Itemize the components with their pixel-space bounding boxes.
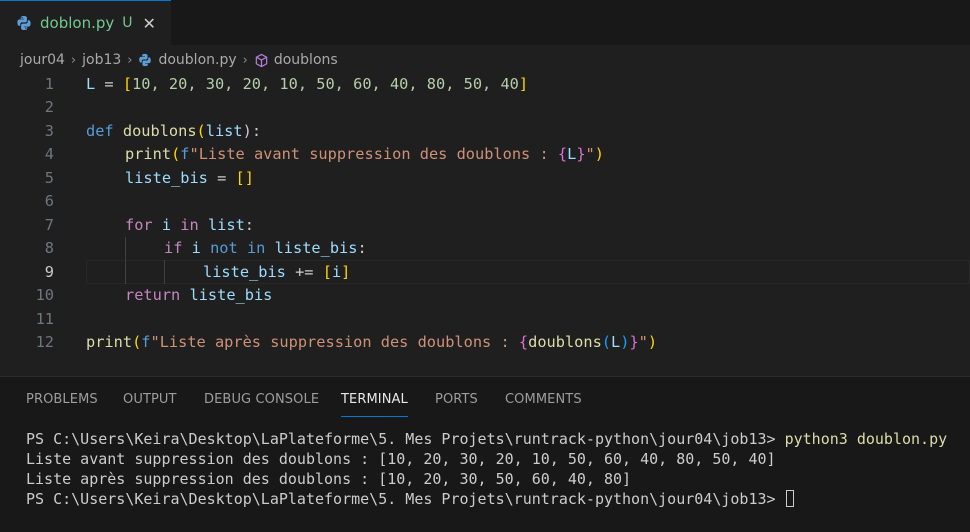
code-content: if i not in liste_bis:	[164, 239, 367, 258]
line-number: 7	[44, 215, 54, 234]
code-line: 11	[0, 307, 970, 331]
code-line: 10 return liste_bis	[0, 284, 970, 308]
bottom-panel: PROBLEMS OUTPUT DEBUG CONSOLE TERMINAL P…	[0, 376, 970, 532]
breadcrumb-item-symbol[interactable]: doublons	[274, 52, 338, 68]
code-line: 2	[0, 96, 970, 120]
terminal-prompt: PS C:\Users\Keira\Desktop\LaPlateforme\5…	[26, 430, 785, 448]
terminal-line: Liste avant suppression des doublons : […	[26, 450, 776, 468]
code-line-current: 9 liste_bis += [i]	[0, 260, 970, 284]
code-editor[interactable]: 1 L = [10, 20, 30, 20, 10, 50, 60, 40, 8…	[0, 72, 970, 368]
code-content: print(f"Liste après suppression des doub…	[86, 333, 658, 352]
code-line: 8 if i not in liste_bis:	[0, 236, 970, 260]
tab-filename: doblon.py	[40, 14, 115, 32]
tab-debug-console[interactable]: DEBUG CONSOLE	[204, 392, 319, 407]
editor-tab-bar: doblon.py U ✕	[0, 0, 970, 45]
line-number: 4	[44, 145, 54, 164]
code-content: L = [10, 20, 30, 20, 10, 50, 60, 40, 80,…	[86, 74, 529, 93]
code-content: liste_bis += [i]	[203, 262, 351, 281]
indent-guide	[125, 260, 126, 284]
terminal-prompt: PS C:\Users\Keira\Desktop\LaPlateforme\5…	[26, 490, 785, 508]
line-number: 11	[35, 309, 54, 328]
symbol-method-icon	[255, 53, 268, 67]
line-number: 9	[44, 262, 54, 281]
terminal-line: Liste après suppression des doublons : […	[26, 470, 632, 488]
terminal-output[interactable]: PS C:\Users\Keira\Desktop\LaPlateforme\5…	[26, 429, 947, 509]
line-number: 3	[44, 121, 54, 140]
code-line: 4 print(f"Liste avant suppression des do…	[0, 143, 970, 167]
tab-terminal[interactable]: TERMINAL	[341, 392, 408, 417]
line-number: 5	[44, 168, 54, 187]
line-number: 10	[35, 286, 54, 305]
chevron-right-icon: ›	[127, 52, 133, 68]
tab-output[interactable]: OUTPUT	[123, 392, 177, 407]
code-content: for i in list:	[125, 215, 254, 234]
code-line: 5 liste_bis = []	[0, 166, 970, 190]
line-number: 8	[44, 239, 54, 258]
line-number: 6	[44, 192, 54, 211]
breadcrumb-item-job13[interactable]: job13	[82, 52, 121, 68]
code-content: print(f"Liste avant suppression des doub…	[125, 145, 604, 164]
python-icon	[17, 16, 31, 30]
code-line: 6	[0, 190, 970, 214]
code-line: 3 def doublons(list):	[0, 119, 970, 143]
code-content: liste_bis = []	[125, 168, 254, 187]
close-icon[interactable]: ✕	[143, 14, 156, 33]
terminal-line: PS C:\Users\Keira\Desktop\LaPlateforme\5…	[26, 429, 947, 449]
code-content: return liste_bis	[125, 286, 273, 305]
python-icon	[139, 53, 152, 67]
tab-comments[interactable]: COMMENTS	[505, 392, 582, 407]
chevron-right-icon: ›	[70, 52, 77, 68]
chevron-right-icon: ›	[242, 52, 248, 68]
editor-tab-doublon[interactable]: doblon.py U ✕	[0, 0, 171, 45]
tab-ports[interactable]: PORTS	[435, 392, 478, 407]
tab-problems[interactable]: PROBLEMS	[26, 392, 98, 407]
terminal-command: python3 doublon.py	[784, 430, 948, 448]
panel-tab-bar: PROBLEMS OUTPUT DEBUG CONSOLE TERMINAL P…	[0, 377, 970, 423]
breadcrumb-item-file[interactable]: doublon.py	[158, 52, 236, 68]
breadcrumb: jour04 › job13 › doublon.py › doublons	[0, 47, 970, 73]
line-number: 1	[44, 74, 54, 93]
terminal-line: PS C:\Users\Keira\Desktop\LaPlateforme\5…	[26, 489, 947, 509]
line-number: 12	[35, 333, 54, 352]
indent-guide	[164, 260, 165, 284]
code-content: def doublons(list):	[86, 121, 262, 140]
indent-guide	[125, 236, 126, 260]
code-line: 7 for i in list:	[0, 213, 970, 237]
line-number: 2	[44, 98, 54, 117]
breadcrumb-item-jour04[interactable]: jour04	[20, 52, 65, 68]
code-line: 1 L = [10, 20, 30, 20, 10, 50, 60, 40, 8…	[0, 72, 970, 96]
git-status-badge: U	[122, 15, 133, 31]
terminal-cursor	[785, 490, 794, 507]
code-line: 12 print(f"Liste après suppression des d…	[0, 331, 970, 355]
